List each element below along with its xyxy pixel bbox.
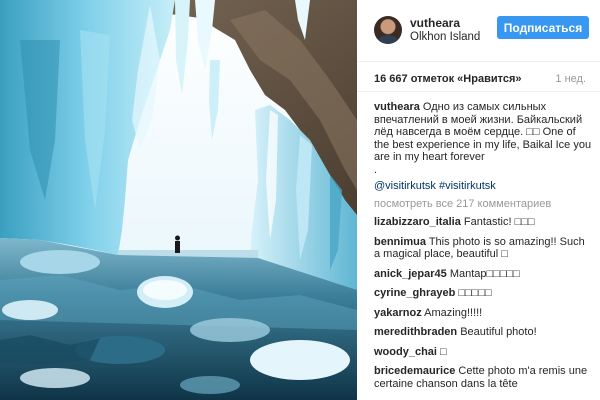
comment-text: Amazing!!!!! [424, 306, 483, 319]
comment-text: □□□□□ [458, 287, 492, 299]
user-avatar[interactable] [374, 16, 402, 44]
comment-username[interactable]: bennimua [374, 236, 426, 248]
hashtag-link[interactable]: #visitirkutsk [439, 180, 496, 192]
comment-item: yakarnoz Amazing!!!!! [374, 307, 592, 320]
post-location[interactable]: Olkhon Island [410, 31, 480, 43]
comment-text: □ [440, 345, 447, 358]
comment-item: woody_chai □ [374, 346, 592, 359]
likes-row: 16 667 отметок «Нравится» 1 нед. [357, 62, 600, 92]
likes-count[interactable]: 16 667 отметок «Нравится» [374, 73, 522, 85]
person-silhouette [175, 235, 180, 253]
follow-button[interactable]: Подписаться [497, 16, 589, 39]
comment-text: Beautiful photo! [460, 326, 537, 338]
comment-text: Fantastic! □□□ [463, 216, 535, 228]
comment-username[interactable]: lizabizzaro_italia [374, 216, 461, 228]
comment-username[interactable]: yakarnoz [374, 307, 422, 319]
comment-username[interactable]: woody_chai [374, 346, 437, 358]
post-photo[interactable] [0, 0, 357, 400]
comment-item: meredithbraden Beautiful photo! [374, 326, 592, 339]
comment-item: anick_jepar45 Mantap□□□□□ [374, 268, 592, 281]
comment-username[interactable]: meredithbraden [374, 326, 457, 338]
post-caption: vutheara Одно из самых сильных впечатлен… [374, 101, 592, 176]
view-all-comments-link[interactable]: посмотреть все 217 комментариев [374, 198, 592, 211]
hashtag-link[interactable]: @visitirkutsk [374, 180, 436, 192]
post-timestamp: 1 нед. [555, 73, 586, 85]
comment-username[interactable]: anick_jepar45 [374, 268, 447, 280]
comment-item: cyrine_ghrayeb □□□□□ [374, 287, 592, 300]
post-username[interactable]: vutheara [410, 16, 460, 30]
post-header: vutheara Olkhon Island Подписаться [357, 0, 600, 62]
comment-item: lizabizzaro_italia Fantastic! □□□ [374, 216, 592, 229]
comment-username[interactable]: bricedemaurice [374, 365, 455, 377]
comment-item: bricedemaurice Cette photo m'a remis une… [374, 365, 592, 390]
comment-text: Mantap□□□□□ [449, 267, 520, 280]
caption-hashtags: @visitirkutsk #visitirkutsk [374, 180, 592, 193]
comment-username[interactable]: cyrine_ghrayeb [374, 287, 455, 299]
post-side-panel: vutheara Olkhon Island Подписаться 16 66… [357, 0, 600, 400]
comments-section: vutheara Одно из самых сильных впечатлен… [374, 101, 592, 397]
caption-username[interactable]: vutheara [374, 101, 420, 113]
comment-item: bennimua This photo is so amazing!! Such… [374, 236, 592, 261]
ice-cave-photo [0, 0, 357, 400]
